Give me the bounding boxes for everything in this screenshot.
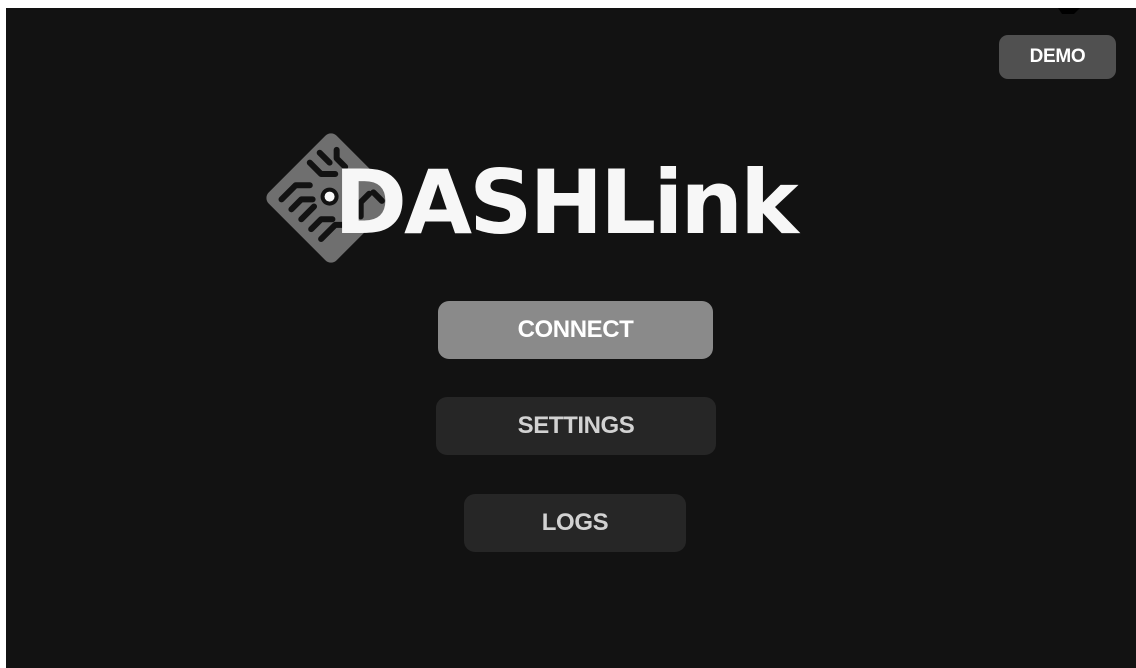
demo-button[interactable]: DEMO: [999, 35, 1116, 79]
app-title: DASHLink: [334, 151, 799, 254]
logs-button[interactable]: LOGS: [464, 494, 686, 552]
logs-button-label: LOGS: [541, 509, 609, 536]
settings-button-label: SETTINGS: [517, 412, 635, 439]
connect-button-label: CONNECT: [517, 316, 634, 343]
connect-button[interactable]: CONNECT: [438, 301, 713, 359]
settings-button[interactable]: SETTINGS: [436, 397, 716, 455]
corner-arrow-icon: [1058, 8, 1080, 14]
app-logo: DASHLink: [261, 128, 901, 268]
main-screen: DEMO DASHLink CONNECT SETTINGS LOGS: [6, 8, 1136, 668]
demo-button-label: DEMO: [1029, 46, 1086, 67]
